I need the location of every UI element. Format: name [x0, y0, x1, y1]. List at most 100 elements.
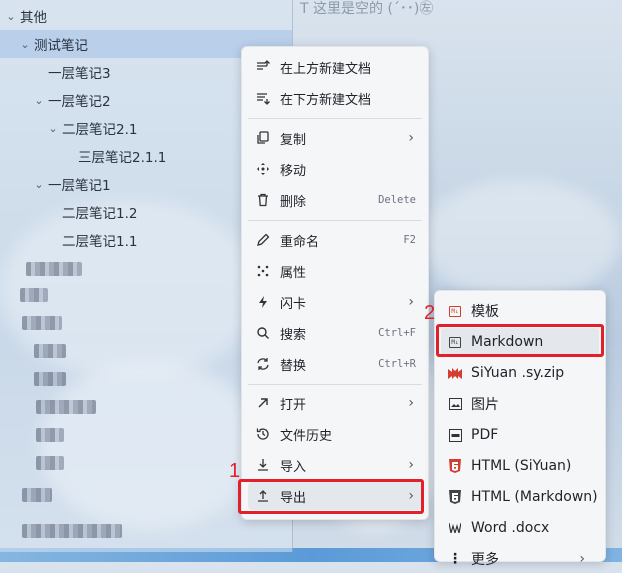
image-icon [447, 398, 463, 410]
menu-item-new-doc-below[interactable]: 在下方新建文档 [248, 84, 422, 112]
insert-above-icon [254, 58, 272, 76]
menu-item-label: 在上方新建文档 [280, 61, 372, 77]
menu-item-rename[interactable]: 重命名 F2 [248, 226, 422, 254]
menu-item-open[interactable]: 打开 › [248, 389, 422, 417]
insert-below-icon [254, 89, 272, 107]
blurred-tree-item[interactable] [22, 524, 122, 538]
menu-item-copy[interactable]: 复制 › [248, 124, 422, 152]
pencil-icon [254, 231, 272, 249]
menu-item-new-doc-above[interactable]: 在上方新建文档 [248, 53, 422, 81]
export-item-label: 模板 [471, 304, 499, 320]
chevron-right-icon: › [408, 130, 414, 146]
copy-icon [254, 129, 272, 147]
menu-item-import[interactable]: 导入 › [248, 451, 422, 479]
menu-item-file-history[interactable]: 文件历史 [248, 420, 422, 448]
blurred-tree-item[interactable] [36, 400, 96, 414]
tree-item-label: 一层笔记3 [48, 66, 111, 82]
tree-item-label: 三层笔记2.1.1 [78, 150, 167, 166]
word-icon [447, 523, 463, 533]
export-item-label: PDF [471, 427, 499, 443]
export-item-label: HTML (Markdown) [471, 489, 598, 505]
export-item-siyuan-zip[interactable]: SiYuan .sy.zip [441, 359, 599, 387]
menu-item-label: 搜索 [280, 327, 307, 343]
export-item-pdf[interactable]: PDF [441, 421, 599, 449]
chevron-right-icon: › [579, 551, 585, 567]
template-icon: M↓ [449, 305, 461, 317]
pdf-icon [447, 428, 463, 442]
chevron-down-icon[interactable]: ⌄ [4, 10, 18, 23]
export-item-label: 图片 [471, 397, 499, 413]
chevron-right-icon: › [408, 294, 414, 310]
menu-item-move[interactable]: 移动 [248, 155, 422, 183]
tree-item-label: 测试笔记 [34, 38, 88, 54]
tree-item-label: 二层笔记1.2 [62, 206, 138, 222]
blurred-tree-item[interactable] [20, 288, 48, 302]
menu-item-label: 移动 [280, 163, 307, 179]
shortcut-hint: F2 [403, 234, 416, 246]
export-item-template[interactable]: M↓ 模板 [441, 297, 599, 325]
blurred-tree-item[interactable] [36, 456, 64, 470]
export-item-word[interactable]: Word .docx [441, 514, 599, 542]
menu-item-replace[interactable]: 替换 Ctrl+R [248, 350, 422, 378]
chevron-down-icon[interactable]: ⌄ [18, 38, 32, 51]
export-item-label: 更多 [471, 552, 499, 568]
html5-icon [447, 459, 463, 473]
tree-item-label: 二层笔记1.1 [62, 234, 138, 250]
menu-divider [248, 384, 422, 385]
menu-divider [248, 220, 422, 221]
menu-item-label: 文件历史 [280, 428, 333, 444]
editor-empty-hint: T 这里是空的 (´･･)㊧ [300, 1, 434, 17]
replace-icon [254, 355, 272, 373]
menu-item-label: 闪卡 [280, 296, 307, 312]
export-item-more[interactable]: ⋮ 更多 › [441, 545, 599, 573]
shortcut-hint: Ctrl+R [378, 358, 416, 370]
menu-item-label: 替换 [280, 358, 307, 374]
export-item-html-markdown[interactable]: HTML (Markdown) [441, 483, 599, 511]
open-icon [254, 394, 272, 412]
shortcut-hint: Ctrl+F [378, 327, 416, 339]
chevron-right-icon: › [408, 457, 414, 473]
siyuan-icon [447, 367, 463, 379]
tree-item-label: 二层笔记2.1 [62, 122, 138, 138]
import-icon [254, 456, 272, 474]
shortcut-hint: Delete [378, 194, 416, 206]
blurred-tree-item[interactable] [26, 262, 82, 276]
menu-item-label: 属性 [280, 265, 307, 281]
step-number: 1 [229, 460, 241, 482]
menu-item-delete[interactable]: 删除 Delete [248, 186, 422, 214]
blurred-tree-item[interactable] [34, 372, 66, 386]
export-item-label: SiYuan .sy.zip [471, 365, 565, 381]
chevron-down-icon[interactable]: ⌄ [32, 94, 46, 107]
tree-item-label: 一层笔记2 [48, 94, 111, 110]
menu-divider [248, 118, 422, 119]
export-item-label: Word .docx [471, 520, 550, 536]
chevron-down-icon[interactable]: ⌄ [32, 178, 46, 191]
highlight-markdown [436, 324, 604, 357]
search-icon [254, 324, 272, 342]
blurred-tree-item[interactable] [22, 316, 62, 330]
export-item-image[interactable]: 图片 [441, 390, 599, 418]
menu-item-label: 打开 [280, 397, 307, 413]
tree-item-notebook[interactable]: ⌄ 其他 [0, 2, 292, 30]
blurred-tree-item[interactable] [34, 344, 66, 358]
menu-item-flashcard[interactable]: 闪卡 › [248, 288, 422, 316]
menu-item-label: 复制 [280, 132, 307, 148]
chevron-down-icon[interactable]: ⌄ [46, 122, 60, 135]
more-icon: ⋮ [448, 551, 462, 567]
flash-icon [254, 293, 272, 311]
document-context-menu: 在上方新建文档 在下方新建文档 复制 › 移动 删除 Delete 重命名 F2 [241, 46, 429, 520]
tree-item-label: 一层笔记1 [48, 178, 111, 194]
blurred-tree-item[interactable] [36, 428, 64, 442]
highlight-export [238, 479, 424, 514]
html5-icon [447, 490, 463, 504]
menu-item-label: 在下方新建文档 [280, 92, 372, 108]
export-item-html-siyuan[interactable]: HTML (SiYuan) [441, 452, 599, 480]
tree-item-label: 其他 [20, 10, 47, 26]
step-number: 2 [424, 302, 436, 324]
blurred-tree-item[interactable] [22, 488, 52, 502]
menu-item-label: 删除 [280, 194, 307, 210]
history-icon [254, 425, 272, 443]
menu-item-attributes[interactable]: 属性 [248, 257, 422, 285]
menu-item-search[interactable]: 搜索 Ctrl+F [248, 319, 422, 347]
background-cloud [420, 180, 620, 300]
